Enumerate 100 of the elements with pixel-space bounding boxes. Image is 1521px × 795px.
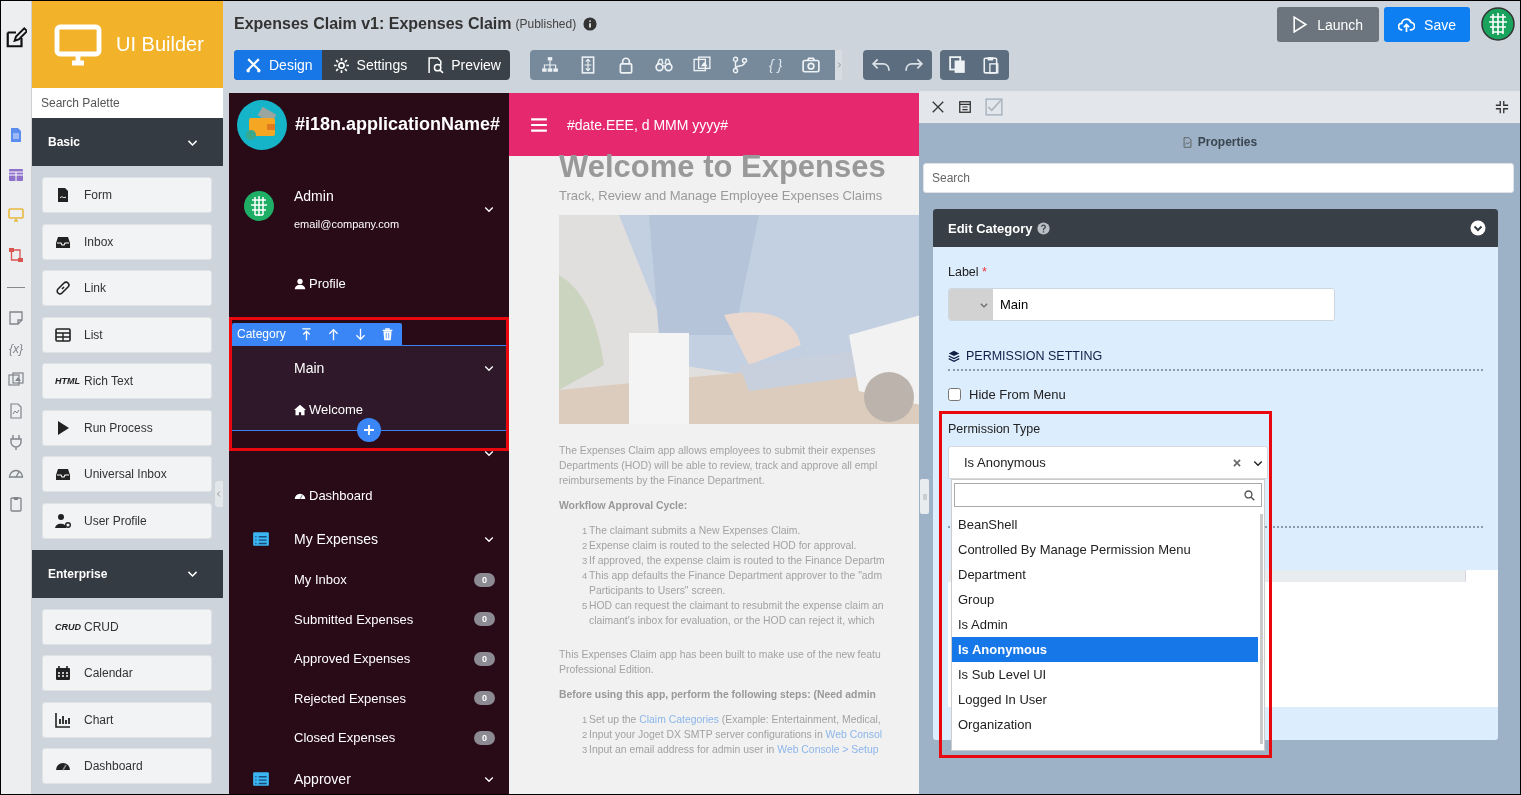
arrow-down-icon[interactable] [353,327,367,341]
help-icon[interactable] [1036,221,1050,235]
branch-icon[interactable] [731,56,749,74]
menu-category[interactable]: Approver [229,757,509,794]
menu-item[interactable]: Welcome [294,402,363,417]
chevron-circle-icon[interactable] [1470,220,1486,236]
delete-icon[interactable] [380,327,394,341]
binoculars-icon[interactable] [655,56,673,74]
dropdown-option[interactable]: Is Anonymous [952,637,1258,662]
palette-item[interactable]: List [42,316,212,353]
dropdown-option[interactable]: Controlled By Manage Permission Menu [952,537,1258,562]
page-title: Welcome to Expenses [559,149,887,185]
edit-icon[interactable] [5,27,27,49]
menu-item[interactable]: Profile [294,276,346,291]
palette-item[interactable]: Dashboard [42,748,212,784]
play-icon [55,419,71,436]
paste-icon[interactable] [982,56,1001,74]
calendar-icon [55,665,71,681]
redo-icon[interactable] [905,56,924,74]
palette-item[interactable]: Calendar [42,655,212,691]
list-number: 1 [582,713,589,727]
user-icon [294,277,306,290]
preview-icon [427,56,445,74]
status-label: (Published) [515,17,577,31]
app-title: Expenses Claim v1: Expenses Claim [234,15,512,33]
save-button[interactable]: Save [1384,7,1470,42]
info-icon[interactable] [583,17,598,31]
list-number: 1 [582,524,589,538]
window-icon[interactable] [958,100,972,114]
clipboard-icon[interactable] [8,496,24,512]
palette-item[interactable]: Form [42,177,212,213]
note-icon[interactable] [8,310,24,326]
sitemap-icon[interactable] [541,56,559,74]
palette-item[interactable]: HTML Rich Text [42,363,212,399]
search-field[interactable]: Search Palette [32,88,223,118]
design-tools-icon [245,56,262,74]
tab[interactable]: Settings [321,50,417,80]
hierarchy-icon[interactable] [8,247,24,263]
checkbox-icon[interactable] [985,98,1003,116]
clear-icon[interactable] [1232,457,1242,468]
collapse-icon[interactable] [1495,100,1509,114]
menu-item[interactable]: Submitted Expenses [294,611,414,627]
menu-icon[interactable] [530,115,548,134]
permission-select[interactable]: Is Anonymous [948,446,1268,479]
document-icon[interactable] [8,127,24,143]
copy-icon[interactable] [949,56,968,74]
move-top-icon[interactable] [299,327,313,341]
table-icon[interactable] [8,167,24,183]
menu-item[interactable]: Approved Expenses [294,651,411,667]
plug-icon[interactable] [8,434,24,450]
launch-button[interactable]: Launch [1277,7,1380,42]
close-icon[interactable] [931,100,945,114]
palette-item[interactable]: Run Process [42,409,212,446]
list-number: 3 [582,554,589,568]
section-header[interactable]: Enterprise [32,549,223,598]
images-icon[interactable] [8,372,24,388]
tab[interactable]: Design [234,50,322,80]
list-item: If approved, the expense claim is routed to the Finance Departm [589,554,885,568]
page-arrows-icon[interactable] [579,56,597,74]
section-header[interactable]: Basic [32,118,223,166]
card-title: Edit Category [948,220,1033,236]
dropdown-option[interactable]: Group [952,587,1258,612]
arrow-up-icon[interactable] [326,327,340,341]
dropdown-option[interactable]: Is Admin [952,612,1258,637]
lock-icon[interactable] [617,56,635,74]
palette-item[interactable]: CRUD CRUD [42,608,212,645]
search-icon [1244,489,1255,501]
palette-item[interactable]: Universal Inbox [42,456,212,492]
dropdown-option[interactable]: Logged In User [952,687,1258,712]
list-number: 3 [582,743,589,757]
file-icon[interactable] [8,403,24,419]
document-icon [1181,136,1193,148]
menu-item[interactable]: Rejected Expenses [294,690,406,706]
camera-icon[interactable] [802,56,821,74]
menu-item[interactable]: My Inbox [294,572,347,588]
tab[interactable]: Preview [416,50,510,80]
checkbox[interactable] [948,388,961,401]
dropdown-option[interactable]: Is Sub Level UI [952,662,1258,687]
dropdown-option[interactable]: Organization [952,712,1258,737]
palette-item[interactable]: Inbox [42,223,212,260]
palette-item[interactable]: User Profile [42,502,212,539]
settings-icon [332,56,350,74]
palette-item[interactable]: Link [42,270,212,306]
inbox-icon [55,466,71,482]
menu-item[interactable]: Closed Expenses [294,730,396,746]
menu-category[interactable]: Category Main Welcome [229,323,509,431]
palette-item[interactable]: Chart [42,701,212,738]
dropdown-option[interactable]: BeanShell [952,512,1258,537]
menu-category[interactable]: Dashboard [229,431,509,517]
grip-icon[interactable] [920,492,929,501]
search-field[interactable] [954,483,1262,507]
dropdown-option[interactable]: Department [952,562,1258,587]
add-button[interactable] [357,418,381,442]
bar-chart-icon [55,711,71,728]
menu-item[interactable]: Dashboard [294,488,373,503]
menu-category[interactable]: My Expenses My Inbox 0 Submitted Expenses 0 Approved Expenses 0 Rejected Expenses 0 Closed Expenses 0 [229,517,509,758]
avatar-icon[interactable] [1481,7,1515,41]
images-icon[interactable] [693,56,711,74]
list-number: 2 [582,539,589,553]
undo-icon[interactable] [872,56,891,74]
